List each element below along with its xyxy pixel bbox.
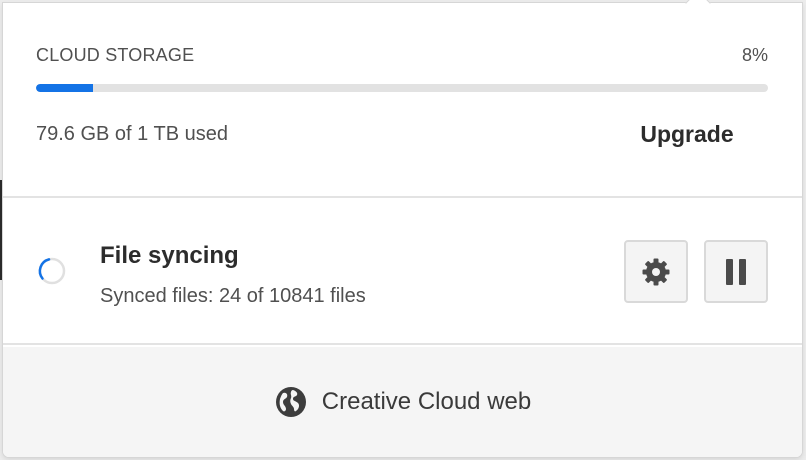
storage-percent: 8% [741,45,768,65]
weblink-content: Creative Cloud web [274,385,531,419]
weblink-label: Creative Cloud web [321,388,532,415]
upgrade-button[interactable]: Upgrade [627,114,747,154]
gear-icon [642,258,670,285]
sync-status-text: Synced files: 24 of 10841 files [100,285,366,307]
pause-sync-button[interactable] [704,240,768,303]
sync-section: File syncing Synced files: 24 of 10841 f… [3,200,802,345]
cloud-storage-popover: CLOUD STORAGE 8% 79.6 GB of 1 TB used Up… [3,0,802,457]
pause-icon [726,258,746,285]
storage-used-text: 79.6 GB of 1 TB used [36,123,228,145]
storage-progress-fill [36,84,94,92]
sync-title: File syncing [100,242,239,269]
sync-settings-button[interactable] [624,240,688,303]
globe-icon [275,387,306,417]
spinner-icon [38,257,66,285]
storage-title: CLOUD STORAGE [36,45,195,65]
storage-progress-bar [36,84,768,92]
creative-cloud-web-link[interactable]: Creative Cloud web [3,347,802,457]
storage-section: CLOUD STORAGE 8% 79.6 GB of 1 TB used Up… [3,3,802,198]
